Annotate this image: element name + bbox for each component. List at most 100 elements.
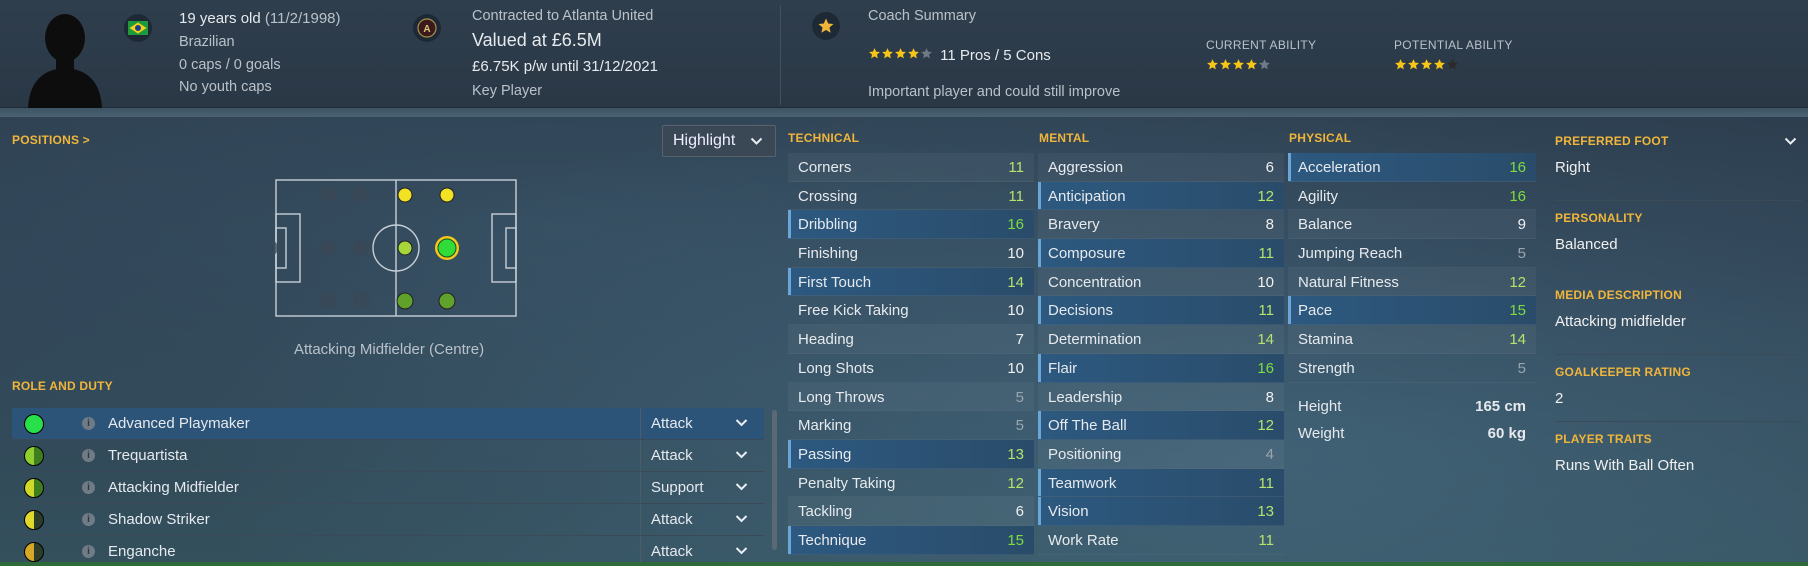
attribute-row[interactable]: Concentration 10 bbox=[1038, 267, 1284, 297]
info-icon[interactable]: i bbox=[82, 545, 95, 558]
attribute-name: Agility bbox=[1298, 187, 1339, 205]
attribute-row[interactable]: First Touch 14 bbox=[788, 267, 1034, 297]
duty-dropdown[interactable]: Attack bbox=[640, 504, 762, 535]
attribute-name: Anticipation bbox=[1048, 187, 1126, 205]
attribute-row[interactable]: Corners 11 bbox=[788, 153, 1034, 182]
role-name: Attacking Midfielder bbox=[108, 479, 239, 496]
coach-summary-title[interactable]: Coach Summary bbox=[868, 8, 976, 24]
attribute-name: Jumping Reach bbox=[1298, 245, 1403, 263]
media-description-label: MEDIA DESCRIPTION bbox=[1555, 288, 1682, 302]
attribute-name: Stamina bbox=[1298, 331, 1354, 349]
attribute-name: Natural Fitness bbox=[1298, 273, 1399, 291]
role-row-advanced-playmaker[interactable]: i Advanced Playmaker Attack bbox=[12, 408, 764, 440]
highlight-dropdown[interactable]: Highlight bbox=[662, 125, 776, 157]
duty-dropdown[interactable]: Attack bbox=[640, 408, 762, 439]
current-ability-label: CURRENT ABILITY bbox=[1206, 38, 1317, 52]
attribute-row[interactable]: Tackling 6 bbox=[788, 497, 1034, 526]
attribute-row[interactable]: Anticipation 12 bbox=[1038, 181, 1284, 211]
attribute-value: 16 bbox=[1509, 187, 1526, 205]
goalkeeper-rating-value: 2 bbox=[1555, 390, 1564, 407]
attribute-value: 11 bbox=[1008, 187, 1024, 205]
attribute-row[interactable]: Heading 7 bbox=[788, 325, 1034, 354]
attribute-row[interactable]: Agility 16 bbox=[1288, 182, 1536, 211]
potential-ability-label: POTENTIAL ABILITY bbox=[1394, 38, 1513, 52]
mental-attributes: Aggression 6 Anticipation 12 Bravery 8 Composu… bbox=[1038, 153, 1284, 555]
attribute-name: Technique bbox=[798, 531, 867, 549]
attribute-row[interactable]: Work Rate 11 bbox=[1038, 526, 1284, 555]
attribute-row[interactable]: Long Shots 10 bbox=[788, 354, 1034, 383]
attribute-value: 6 bbox=[1265, 159, 1274, 176]
attribute-row[interactable]: Acceleration 16 bbox=[1288, 153, 1536, 182]
player-info-column: PREFERRED FOOT Right PERSONALITY Balance… bbox=[1555, 124, 1803, 499]
attribute-row[interactable]: Long Throws 5 bbox=[788, 382, 1034, 412]
attribute-row[interactable]: Teamwork 11 bbox=[1038, 468, 1284, 498]
attribute-row[interactable]: Pace 15 bbox=[1288, 296, 1536, 326]
roles-scrollbar[interactable] bbox=[772, 410, 777, 550]
header-divider bbox=[780, 5, 781, 105]
attribute-value: 15 bbox=[1509, 302, 1526, 320]
attribute-name: Dribbling bbox=[798, 216, 858, 234]
attribute-row[interactable]: Composure 11 bbox=[1038, 239, 1284, 268]
club-badge-icon[interactable]: A bbox=[413, 14, 441, 42]
duty-dropdown[interactable]: Attack bbox=[640, 536, 762, 563]
attribute-name: Vision bbox=[1048, 503, 1089, 521]
role-row-enganche[interactable]: i Enganche Attack bbox=[12, 536, 764, 564]
attribute-row[interactable]: Finishing 10 bbox=[788, 239, 1034, 268]
attribute-value: 7 bbox=[1015, 331, 1024, 349]
info-icon[interactable]: i bbox=[82, 449, 95, 462]
coach-summary-rating: 11 Pros / 5 Cons bbox=[868, 47, 1051, 64]
attribute-row[interactable]: Marking 5 bbox=[788, 411, 1034, 440]
summary-text: Important player and could still improve bbox=[868, 84, 1121, 100]
attribute-name: Teamwork bbox=[1048, 474, 1117, 492]
attribute-row[interactable]: Strength 5 bbox=[1288, 354, 1536, 383]
physical-title: PHYSICAL bbox=[1289, 131, 1352, 145]
role-name: Advanced Playmaker bbox=[108, 415, 250, 432]
chevron-down-icon bbox=[735, 547, 748, 555]
attribute-row[interactable]: Dribbling 16 bbox=[788, 210, 1034, 240]
position-dot-aml bbox=[397, 187, 413, 203]
info-icon[interactable]: i bbox=[82, 481, 95, 494]
attribute-name: Concentration bbox=[1048, 273, 1142, 291]
attribute-row[interactable]: Technique 15 bbox=[788, 525, 1034, 555]
attribute-value: 11 bbox=[1258, 531, 1274, 549]
attribute-value: 5 bbox=[1517, 245, 1526, 263]
role-row-trequartista[interactable]: i Trequartista Attack bbox=[12, 440, 764, 472]
attribute-row[interactable]: Decisions 11 bbox=[1038, 296, 1284, 326]
attribute-value: 14 bbox=[1007, 273, 1024, 291]
attribute-row[interactable]: Determination 14 bbox=[1038, 325, 1284, 354]
info-icon[interactable]: i bbox=[82, 417, 95, 430]
technical-title: TECHNICAL bbox=[788, 131, 860, 145]
attribute-name: First Touch bbox=[798, 273, 872, 291]
duty-dropdown[interactable]: Support bbox=[640, 472, 762, 503]
attribute-row[interactable]: Balance 9 bbox=[1288, 210, 1536, 240]
role-row-shadow-striker[interactable]: i Shadow Striker Attack bbox=[12, 504, 764, 536]
attribute-value: 14 bbox=[1509, 331, 1526, 349]
attribute-row[interactable]: Off The Ball 12 bbox=[1038, 411, 1284, 440]
attribute-row[interactable]: Jumping Reach 5 bbox=[1288, 239, 1536, 268]
attribute-name: Corners bbox=[798, 159, 852, 176]
attribute-row[interactable]: Crossing 11 bbox=[788, 182, 1034, 211]
attribute-row[interactable]: Positioning 4 bbox=[1038, 439, 1284, 469]
attribute-row[interactable]: Penalty Taking 12 bbox=[788, 469, 1034, 498]
attribute-value: 8 bbox=[1265, 388, 1274, 406]
attribute-row[interactable]: Vision 13 bbox=[1038, 497, 1284, 526]
attribute-row[interactable]: Aggression 6 bbox=[1038, 153, 1284, 182]
role-row-attacking-midfielder[interactable]: i Attacking Midfielder Support bbox=[12, 472, 764, 504]
attribute-row[interactable]: Natural Fitness 12 bbox=[1288, 267, 1536, 297]
attribute-row[interactable]: Stamina 14 bbox=[1288, 325, 1536, 354]
mental-title: MENTAL bbox=[1039, 131, 1090, 145]
chevron-down-icon[interactable] bbox=[1784, 137, 1797, 146]
positions-title[interactable]: POSITIONS > bbox=[12, 133, 90, 147]
attribute-row[interactable]: Leadership 8 bbox=[1038, 382, 1284, 412]
contract-info[interactable]: Contracted to Atlanta United bbox=[472, 8, 653, 24]
info-icon[interactable]: i bbox=[82, 513, 95, 526]
goalkeeper-rating-label: GOALKEEPER RATING bbox=[1555, 365, 1691, 379]
attribute-value: 4 bbox=[1265, 445, 1274, 463]
attribute-row[interactable]: Free Kick Taking 10 bbox=[788, 296, 1034, 326]
attribute-row[interactable]: Flair 16 bbox=[1038, 353, 1284, 383]
attribute-row[interactable]: Passing 13 bbox=[788, 439, 1034, 469]
attribute-row[interactable]: Bravery 8 bbox=[1038, 210, 1284, 240]
duty-label: Support bbox=[651, 479, 704, 496]
duty-dropdown[interactable]: Attack bbox=[640, 440, 762, 471]
attribute-value: 5 bbox=[1015, 417, 1024, 435]
